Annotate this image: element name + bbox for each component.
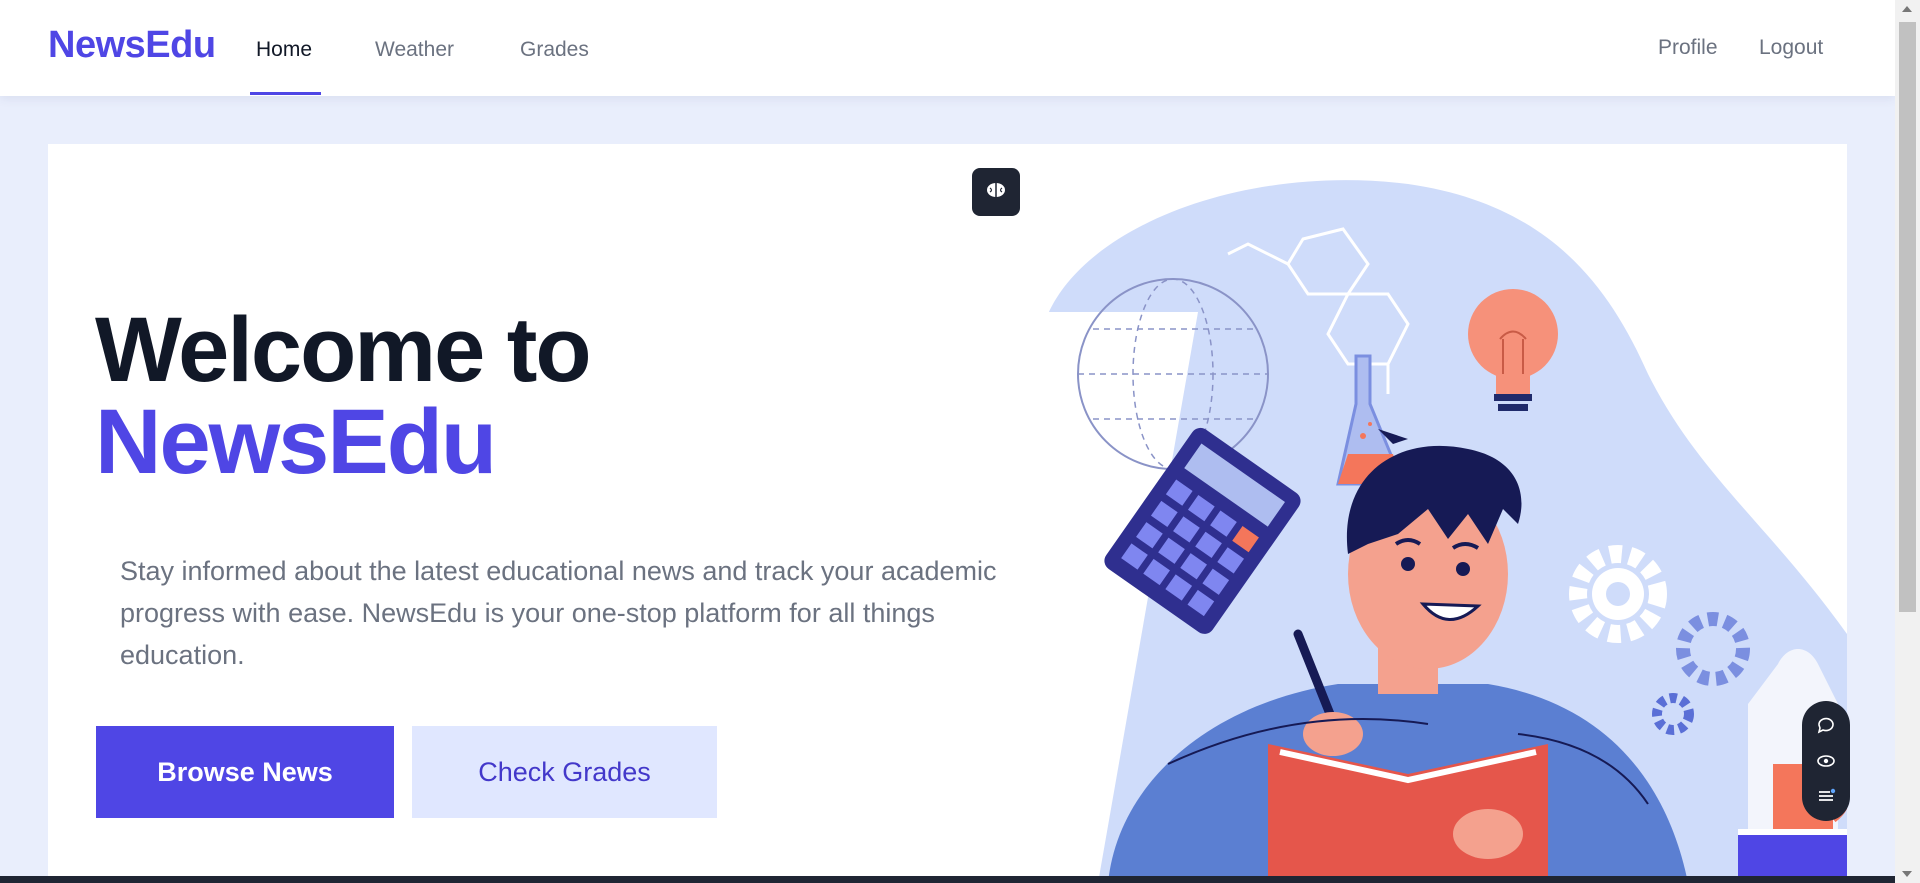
chat-icon[interactable] [1815, 715, 1837, 737]
nav-home-link[interactable]: Home [256, 38, 312, 62]
eye-icon[interactable] [1815, 750, 1837, 772]
brain-chip-button[interactable] [972, 168, 1020, 216]
nav-weather-link[interactable]: Weather [375, 38, 454, 62]
active-tab-indicator [250, 92, 321, 95]
hero-section: Welcome to NewsEdu Stay informed about t… [48, 144, 1847, 883]
hero-title-line1: Welcome to [95, 299, 592, 401]
hero-title-line2: NewsEdu [95, 391, 497, 493]
student-illustration [1008, 144, 1847, 883]
brain-icon [984, 178, 1008, 207]
brand-logo[interactable]: NewsEdu [48, 24, 216, 67]
bottom-edge-bar [0, 876, 1895, 883]
nav-grades-link[interactable]: Grades [520, 38, 589, 62]
nav-logout-link[interactable]: Logout [1759, 36, 1823, 60]
list-icon[interactable] [1815, 785, 1837, 807]
scroll-thumb[interactable] [1899, 22, 1916, 612]
floating-toolbar [1802, 701, 1850, 821]
hero-description: Stay informed about the latest education… [120, 556, 997, 670]
scroll-up-icon[interactable] [1902, 6, 1912, 12]
browse-news-button[interactable]: Browse News [96, 726, 394, 818]
nav-profile-link[interactable]: Profile [1658, 36, 1718, 60]
page-scrollbar[interactable] [1895, 0, 1920, 883]
hero-title: Welcome to NewsEdu [95, 304, 592, 493]
top-navbar: NewsEdu Home Weather Grades Profile Logo… [0, 0, 1895, 96]
scroll-down-icon[interactable] [1902, 871, 1912, 877]
check-grades-button[interactable]: Check Grades [412, 726, 717, 818]
